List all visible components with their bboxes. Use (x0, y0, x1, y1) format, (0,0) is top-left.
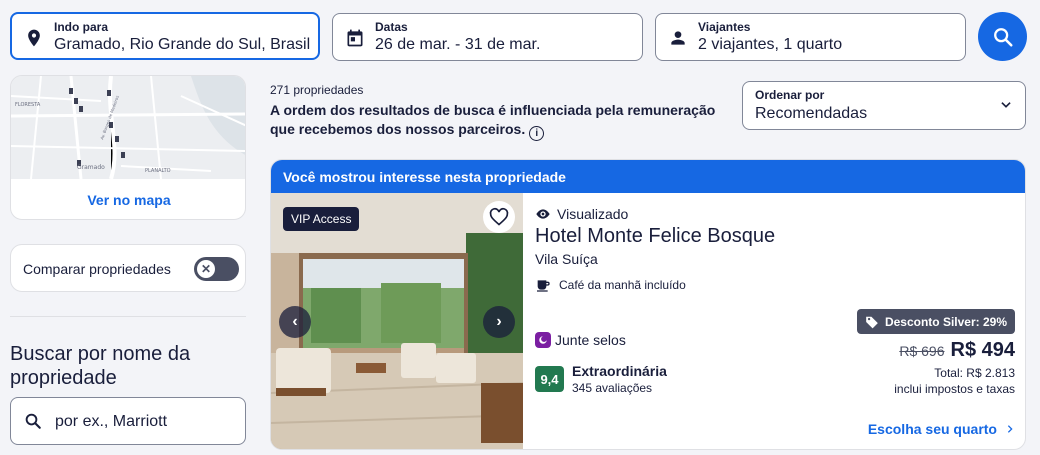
stamps-promo: Junte selos (535, 332, 626, 348)
stamp-icon (535, 332, 551, 348)
search-icon (993, 27, 1013, 47)
original-price: R$ 696 (899, 343, 945, 359)
choose-room-link[interactable]: Escolha seu quarto (868, 421, 1015, 437)
map-pin-icon (28, 29, 40, 47)
sidebar-divider (10, 316, 246, 317)
calendar-icon (347, 29, 363, 47)
eye-icon (536, 209, 550, 219)
viewed-label: Visualizado (557, 206, 629, 222)
property-name[interactable]: Hotel Monte Felice Bosque (535, 225, 775, 248)
chevron-down-icon (1001, 102, 1011, 108)
guest-rating: 9,4 Extraordinária 345 avaliações (535, 363, 667, 395)
rating-word: Extraordinária (572, 363, 667, 379)
ranking-disclaimer: A ordem dos resultados de busca é influe… (270, 101, 740, 141)
property-name-input[interactable]: por ex., Marriott (10, 397, 246, 445)
property-card[interactable]: Você mostrou interesse nesta propriedade… (270, 159, 1026, 450)
current-price: R$ 494 (950, 339, 1016, 361)
chevron-left-icon: ‹ (292, 313, 298, 330)
dates-value: 26 de mar. - 31 de mar. (375, 36, 541, 53)
results-count: 271 propriedades (270, 83, 364, 97)
viewed-indicator: Visualizado (535, 206, 628, 222)
person-icon (671, 31, 685, 45)
map-label-gramado: Gramado (77, 164, 105, 171)
property-photo[interactable]: VIP Access ‹ › (271, 193, 523, 449)
next-photo-button[interactable]: › (483, 306, 515, 338)
price-block: R$ 696 R$ 494 (899, 339, 1015, 362)
destination-label: Indo para (54, 20, 109, 34)
search-icon (25, 413, 41, 429)
property-name-placeholder: por ex., Marriott (55, 413, 168, 430)
discount-label: Desconto Silver: 29% (884, 315, 1007, 329)
tag-icon (866, 316, 878, 329)
coffee-cup-icon (537, 280, 550, 292)
travelers-field[interactable]: Viajantes 2 viajantes, 1 quarto (655, 13, 966, 61)
amenity-breakfast: Café da manhã incluído (535, 277, 686, 293)
property-name-search-title: Buscar por nome da propriedade (10, 343, 191, 389)
vip-access-badge: VIP Access (283, 207, 360, 231)
map-label-planalto: PLANALTO (145, 168, 171, 174)
rating-score: 9,4 (535, 366, 564, 392)
choose-room-label: Escolha seu quarto (867, 421, 997, 437)
chevron-right-icon (1007, 425, 1013, 433)
discount-badge: Desconto Silver: 29% (856, 309, 1015, 334)
compare-properties-label: Comparar propriedades (23, 261, 171, 277)
dates-field[interactable]: Datas 26 de mar. - 31 de mar. (332, 13, 643, 61)
sort-dropdown[interactable]: Ordenar por Recomendadas (742, 81, 1026, 130)
compare-properties-card: Comparar propriedades ✕ (10, 244, 246, 292)
sort-value: Recomendadas (755, 105, 868, 122)
sort-label: Ordenar por (755, 88, 825, 102)
ranking-disclaimer-text: A ordem dos resultados de busca é influe… (270, 102, 716, 137)
dates-label: Datas (375, 20, 408, 34)
property-info: Visualizado Hotel Monte Felice Bosque Vi… (535, 193, 1015, 449)
map-label-floresta: FLORESTA (15, 102, 41, 108)
total-price: Total: R$ 2.813 (934, 366, 1015, 380)
previous-photo-button[interactable]: ‹ (279, 306, 311, 338)
search-button[interactable] (978, 12, 1027, 61)
stamps-label: Junte selos (555, 332, 626, 348)
info-icon[interactable]: i (529, 126, 545, 141)
review-count: 345 avaliações (572, 381, 653, 395)
map-thumbnail: FLORESTA Gramado PLANALTO Av. Borges de … (11, 76, 245, 179)
taxes-note: inclui impostos e taxas (894, 382, 1015, 396)
close-icon: ✕ (197, 260, 215, 278)
destination-value: Gramado, Rio Grande do Sul, Brasil (54, 36, 311, 53)
destination-field[interactable]: Indo para Gramado, Rio Grande do Sul, Br… (10, 12, 320, 60)
interest-banner: Você mostrou interesse nesta propriedade (271, 160, 1025, 193)
amenity-label: Café da manhã incluído (559, 278, 686, 292)
compare-toggle[interactable]: ✕ (194, 257, 239, 281)
map-card[interactable]: FLORESTA Gramado PLANALTO Av. Borges de … (10, 75, 246, 220)
view-on-map-link[interactable]: Ver no mapa (11, 179, 245, 219)
chevron-right-icon: › (496, 313, 502, 330)
travelers-label: Viajantes (698, 20, 751, 34)
neighborhood: Vila Suíça (535, 251, 598, 267)
travelers-value: 2 viajantes, 1 quarto (698, 36, 843, 53)
favorite-button[interactable] (483, 201, 515, 233)
heart-icon (489, 207, 509, 226)
